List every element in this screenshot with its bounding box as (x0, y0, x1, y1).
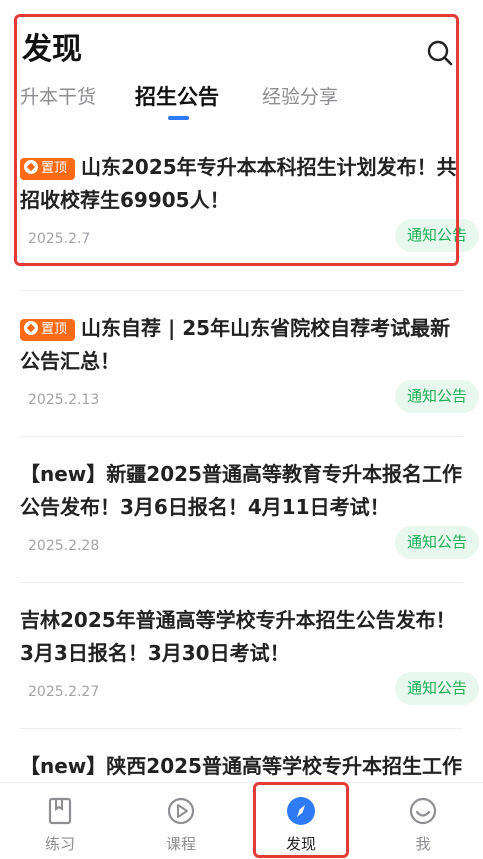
article-meta: 2025.2.28 通知公告 (20, 524, 479, 582)
category-tag[interactable]: 通知公告 (394, 672, 479, 705)
pin-icon (24, 321, 38, 335)
article-title[interactable]: 置顶 山东自荐 | 25年山东省院校自荐考试最新公告汇总！ (20, 291, 463, 378)
nav-practice[interactable]: 练习 (12, 783, 108, 859)
divider (20, 275, 463, 291)
article-title-text: 山东自荐 | 25年山东省院校自荐考试最新公告汇总！ (20, 316, 451, 373)
category-tag[interactable]: 通知公告 (394, 526, 479, 559)
header: 发现 升本干货 招生公告 经验分享 (0, 0, 483, 128)
article-title[interactable]: 置顶 山东2025年专升本本科招生计划发布！共招收校荐生69905人！ (20, 130, 463, 217)
list-item[interactable]: 置顶 山东自荐 | 25年山东省院校自荐考试最新公告汇总！ 2025.2.13 通… (20, 291, 479, 437)
pinned-label: 置顶 (41, 161, 68, 176)
article-title[interactable]: 【new】新疆2025普通高等教育专升本报名工作公告发布！3月6日报名！4月11… (20, 437, 463, 524)
book-icon (48, 797, 72, 825)
category-tag[interactable]: 通知公告 (394, 219, 479, 252)
article-meta: 2025.2.27 通知公告 (20, 670, 479, 728)
list-item[interactable]: 【new】陕西2025普通高等学校专升本招生工作实施办法发布！3月10日报名！4… (20, 729, 463, 782)
compass-icon (287, 797, 315, 825)
article-title-text: 山东2025年专升本本科招生计划发布！共招收校荐生69905人！ (20, 155, 457, 212)
article-date: 2025.2.27 (28, 684, 100, 700)
nav-discover[interactable]: 发现 (253, 783, 349, 859)
article-meta: 2025.2.13 通知公告 (20, 378, 479, 436)
article-title[interactable]: 吉林2025年普通高等学校专升本招生公告发布！3月3日报名！3月30日考试！ (20, 583, 463, 670)
bottom-nav: 练习 课程 发现 我 (0, 782, 483, 859)
nav-label: 课程 (165, 835, 196, 853)
pinned-label: 置顶 (41, 322, 68, 337)
active-tab-indicator (168, 116, 189, 120)
nav-label: 发现 (285, 835, 316, 853)
pinned-badge: 置顶 (20, 319, 76, 341)
article-date: 2025.2.13 (28, 392, 100, 408)
article-meta: 2025.2.7 通知公告 (20, 217, 479, 275)
search-icon (427, 40, 453, 66)
pin-icon (24, 160, 38, 174)
search-button[interactable] (424, 37, 456, 69)
category-tag[interactable]: 通知公告 (394, 380, 479, 413)
nav-label: 我 (415, 835, 431, 853)
smile-icon (409, 797, 437, 825)
tab-experience[interactable]: 经验分享 (262, 82, 338, 109)
nav-courses[interactable]: 课程 (133, 783, 229, 859)
tab-bar: 升本干货 招生公告 经验分享 (0, 82, 483, 126)
article-list[interactable]: 置顶 山东2025年专升本本科招生计划发布！共招收校荐生69905人！ 2025.… (0, 130, 483, 782)
tab-admissions[interactable]: 招生公告 (135, 81, 219, 111)
list-item[interactable]: 置顶 山东2025年专升本本科招生计划发布！共招收校荐生69905人！ 2025.… (20, 130, 479, 275)
nav-me[interactable]: 我 (375, 783, 471, 859)
article-date: 2025.2.7 (28, 231, 91, 247)
article-title[interactable]: 【new】陕西2025普通高等学校专升本招生工作实施办法发布！3月10日报名！4… (20, 729, 463, 782)
tab-upgrade-tips[interactable]: 升本干货 (20, 82, 96, 109)
list-item[interactable]: 吉林2025年普通高等学校专升本招生公告发布！3月3日报名！3月30日考试！ 2… (20, 583, 479, 729)
article-date: 2025.2.28 (28, 538, 100, 554)
page-title: 发现 (22, 32, 82, 67)
list-item[interactable]: 【new】新疆2025普通高等教育专升本报名工作公告发布！3月6日报名！4月11… (20, 437, 479, 583)
play-icon (167, 797, 195, 825)
pinned-badge: 置顶 (20, 158, 76, 180)
nav-label: 练习 (44, 835, 75, 853)
